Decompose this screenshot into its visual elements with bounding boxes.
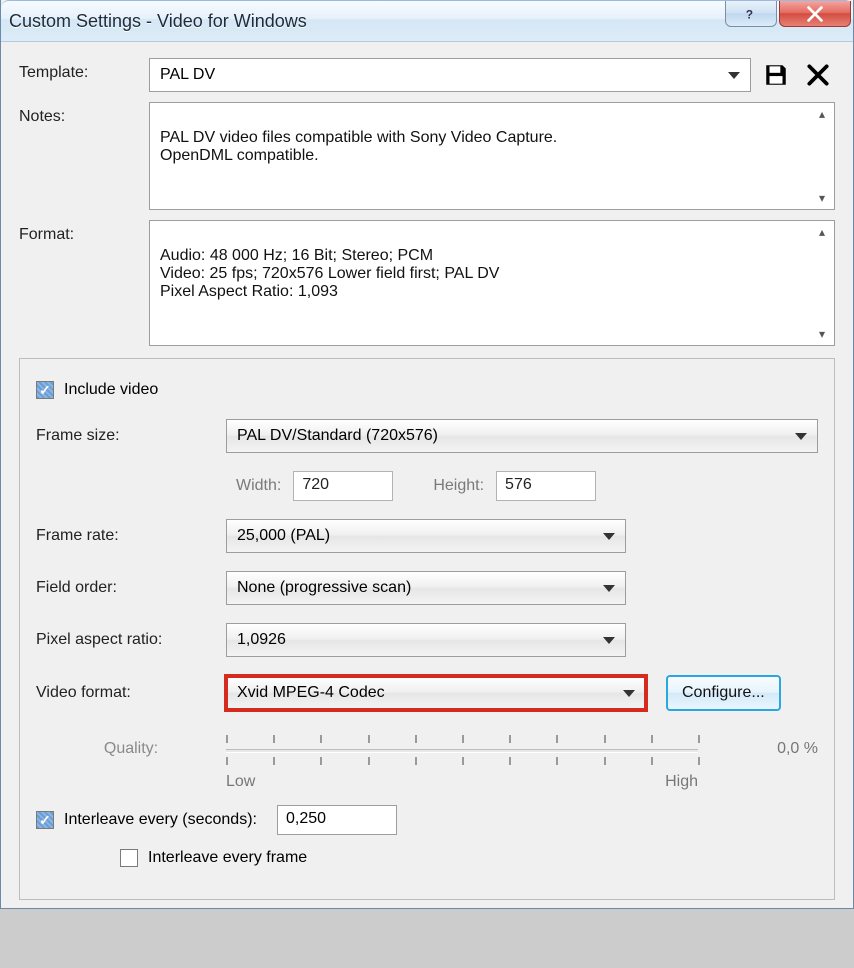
window: Custom Settings - Video for Windows ? Te… [0,0,854,909]
close-button[interactable] [779,1,851,27]
delete-template-button[interactable] [801,58,835,92]
interleave-seconds-checkbox[interactable] [36,811,54,829]
include-video-checkbox[interactable] [36,381,54,399]
frame-rate-select[interactable]: 25,000 (PAL) [226,519,626,553]
width-field[interactable]: 720 [293,471,393,501]
scroll-down-icon[interactable]: ▾ [814,327,830,341]
quality-range-labels: Low High [226,773,698,791]
frame-size-select[interactable]: PAL DV/Standard (720x576) [226,419,818,453]
titlebar: Custom Settings - Video for Windows ? [1,0,853,42]
format-row: Format: Audio: 48 000 Hz; 16 Bit; Stereo… [19,220,835,346]
frame-size-label: Frame size: [36,427,226,445]
format-text: Audio: 48 000 Hz; 16 Bit; Stereo; PCM Vi… [160,247,499,300]
interleave-frame-label: Interleave every frame [148,849,307,867]
video-format-row: Video format: Xvid MPEG-4 Codec Configur… [36,675,818,711]
pixel-aspect-select[interactable]: 1,0926 [226,623,626,657]
quality-high-label: High [665,773,698,791]
template-select[interactable]: PAL DV [149,58,751,92]
video-format-value: Xvid MPEG-4 Codec [237,684,385,702]
interleave-frame-checkbox[interactable] [120,849,138,867]
interleave-seconds-field[interactable]: 0,250 [277,805,397,835]
chevron-down-icon [728,72,740,79]
format-label: Format: [19,220,149,244]
notes-text: PAL DV video files compatible with Sony … [160,129,557,164]
interleave-seconds-label: Interleave every (seconds): [64,811,257,829]
field-order-label: Field order: [36,579,226,597]
svg-text:?: ? [746,7,753,21]
save-template-button[interactable] [759,58,793,92]
titlebar-buttons: ? [725,1,853,41]
pixel-aspect-row: Pixel aspect ratio: 1,0926 [36,623,818,657]
notes-textbox[interactable]: PAL DV video files compatible with Sony … [149,102,835,210]
interleave-row: Interleave every (seconds): 0,250 [36,805,818,835]
window-title: Custom Settings - Video for Windows [9,11,725,32]
field-order-value: None (progressive scan) [237,579,411,597]
help-button[interactable]: ? [725,1,777,27]
notes-label: Notes: [19,102,149,126]
height-label: Height: [433,477,484,495]
pixel-aspect-value: 1,0926 [237,631,286,649]
format-textbox: Audio: 48 000 Hz; 16 Bit; Stereo; PCM Vi… [149,220,835,346]
frame-rate-row: Frame rate: 25,000 (PAL) [36,519,818,553]
width-label: Width: [236,477,281,495]
quality-row: Quality: 0,0 % [36,729,818,769]
template-value: PAL DV [160,66,215,84]
field-order-row: Field order: None (progressive scan) [36,571,818,605]
pixel-aspect-label: Pixel aspect ratio: [36,631,226,649]
height-field[interactable]: 576 [496,471,596,501]
interleave-frame-row: Interleave every frame [120,849,818,867]
template-row: Template: PAL DV [19,58,835,92]
dimensions-row: Width: 720 Height: 576 [236,471,818,501]
video-format-label: Video format: [36,684,226,702]
frame-rate-value: 25,000 (PAL) [237,527,330,545]
configure-button[interactable]: Configure... [666,675,781,711]
video-group: Include video Frame size: PAL DV/Standar… [19,358,835,900]
client-area: Template: PAL DV Notes: PAL DV video fil… [1,42,853,908]
template-label: Template: [19,58,149,82]
notes-row: Notes: PAL DV video files compatible wit… [19,102,835,210]
quality-percent: 0,0 % [738,740,818,758]
frame-size-row: Frame size: PAL DV/Standard (720x576) [36,419,818,453]
scroll-down-icon[interactable]: ▾ [814,191,830,205]
scroll-up-icon[interactable]: ▴ [814,225,830,239]
include-video-label: Include video [64,381,158,399]
quality-label: Quality: [36,740,226,758]
include-video-row: Include video [36,381,818,399]
frame-rate-label: Frame rate: [36,527,226,545]
quality-low-label: Low [226,773,255,791]
video-format-select[interactable]: Xvid MPEG-4 Codec [226,676,646,710]
scroll-up-icon[interactable]: ▴ [814,107,830,121]
quality-slider[interactable] [226,729,698,769]
field-order-select[interactable]: None (progressive scan) [226,571,626,605]
frame-size-value: PAL DV/Standard (720x576) [237,427,438,445]
